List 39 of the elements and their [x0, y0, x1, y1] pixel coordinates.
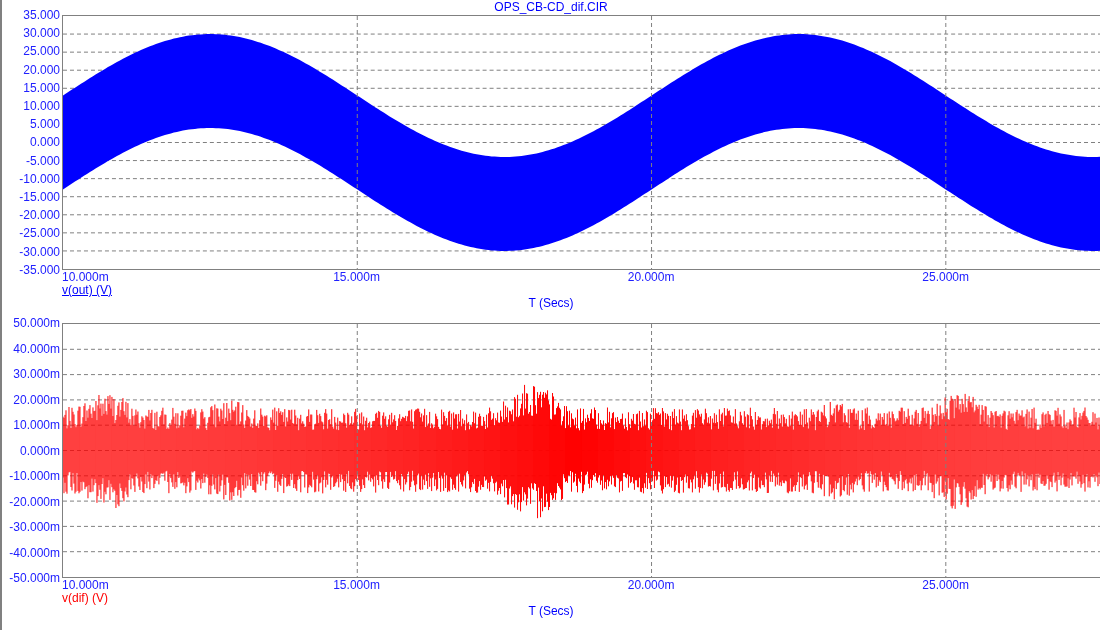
x-axis-label: 25.000m	[922, 271, 969, 283]
chart-title: OPS_CB-CD_dif.CIR	[494, 0, 608, 15]
x-axis-label: 25.000m	[922, 579, 969, 591]
x-axis-title: T (Secs)	[528, 604, 574, 618]
y-axis-label: 30.000m	[13, 368, 60, 380]
y-axis-label: 35.000	[23, 9, 60, 21]
y-axis-label: 10.000	[23, 100, 60, 112]
y-axis-label: -40.000m	[9, 546, 60, 559]
y-axis-label: -10.000m	[9, 470, 60, 482]
x-axis-label: 15.000m	[333, 579, 380, 591]
trace-label[interactable]: v(dif) (V)	[62, 592, 108, 604]
y-axis-label: -10.000	[19, 172, 60, 185]
y-axis-label: -50.000m	[9, 572, 60, 584]
y-axis-label: 10.000m	[13, 419, 60, 431]
y-axis-label: 0.000m	[19, 444, 60, 457]
y-axis-label: -5.000	[25, 154, 60, 167]
y-axis-label: 0.000	[29, 136, 60, 149]
y-axis-label: 25.000	[23, 45, 60, 58]
x-axis-label: 20.000m	[627, 579, 675, 591]
y-axis-label: 30.000	[23, 27, 60, 40]
y-axis-label: 20.000m	[13, 393, 60, 406]
y-axis-label: -35.000	[19, 263, 60, 276]
x-axis-title: T (Secs)	[528, 296, 574, 310]
x-axis-label: 10.000m	[62, 579, 109, 591]
y-axis-label: -30.000m	[9, 521, 60, 533]
y-axis-label: 20.000	[23, 63, 60, 76]
x-axis-label: 10.000m	[62, 271, 109, 283]
x-axis-label: 20.000m	[627, 271, 675, 283]
y-axis-label: -25.000	[19, 227, 60, 240]
y-axis-label: 50.000m	[13, 317, 60, 329]
trace-label[interactable]: v(out) (V)	[62, 284, 112, 296]
y-axis-label: -15.000	[19, 191, 60, 204]
y-axis-label: -20.000m	[9, 495, 60, 508]
y-axis-label: 40.000m	[13, 342, 60, 355]
y-axis-label: 15.000	[23, 81, 60, 94]
y-axis-label: -20.000	[19, 209, 60, 222]
x-axis-label: 15.000m	[333, 271, 380, 283]
y-axis-label: 5.000	[29, 118, 60, 131]
y-axis-label: -30.000	[19, 245, 60, 258]
